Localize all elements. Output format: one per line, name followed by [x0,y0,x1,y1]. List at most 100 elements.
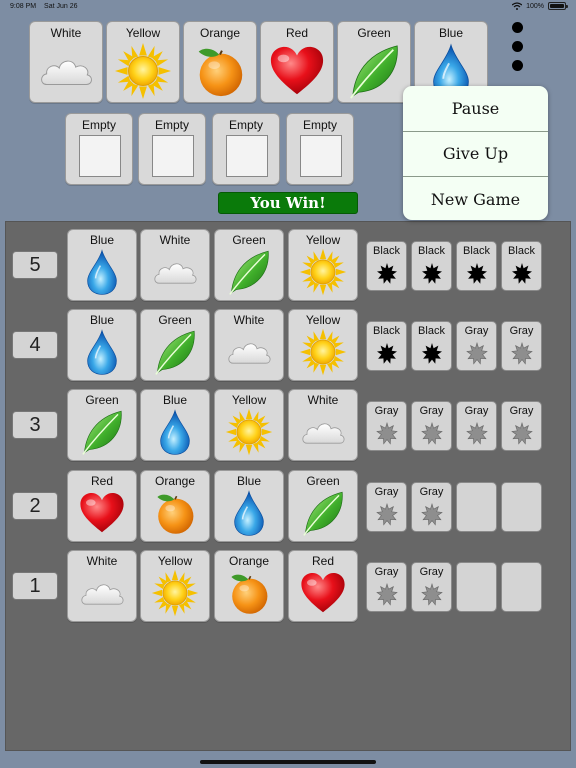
palette-tile-label: Red [285,26,308,40]
leaf-icon [151,328,199,376]
guess-slot-label: Empty [228,118,263,132]
feedback-peg-label: Gray [374,566,399,578]
palette-tile-yellow[interactable]: Yellow [106,21,180,103]
drop-icon [78,248,126,296]
feedback-peg-label: Black [373,245,400,257]
leaf-icon [344,42,404,100]
feedback-peg-gray: Gray [366,562,407,612]
feedback-peg-black: Black [411,241,452,291]
menu-item-pause[interactable]: Pause [403,86,548,132]
menu-dots-icon[interactable] [512,22,523,79]
status-date: Sat Jun 26 [44,3,78,10]
guess-tile-label: Yellow [231,393,267,407]
leaf-icon [78,408,126,456]
feedback-peg-empty [501,562,542,612]
guess-slot-1[interactable]: Empty [65,113,133,185]
cloud-icon [151,248,199,296]
guess-tile-label: White [307,393,339,407]
starburst-icon [420,583,444,607]
orange-icon [190,42,250,100]
guess-tile-label: Orange [228,554,270,568]
guess-tile-label: Green [232,233,266,247]
game-board: 5 Blue White Green Yellow Black Black Black Blac… [5,221,571,751]
popup-menu: Pause Give Up New Game [403,86,548,220]
cloud-icon [299,408,347,456]
feedback-peg-gray: Gray [501,321,542,371]
feedback-peg-gray: Gray [456,321,497,371]
feedback-peg-label: Gray [419,486,444,498]
starburst-icon [420,422,444,446]
palette-tile-label: White [50,26,82,40]
feedback-peg-gray: Gray [411,562,452,612]
palette-tile-red[interactable]: Red [260,21,334,103]
guess-slot-label: Empty [81,118,116,132]
guess-slot-3[interactable]: Empty [212,113,280,185]
feedback-peg-label: Black [373,325,400,337]
guess-tile-label: Orange [154,474,196,488]
feedback-peg-label: Black [418,245,445,257]
starburst-icon [510,262,534,286]
palette-tile-label: Orange [199,26,241,40]
feedback-peg-black: Black [366,241,407,291]
starburst-icon [510,422,534,446]
guess-tile-label: Blue [89,313,115,327]
cloud-icon [36,42,96,100]
guess-tile-label: Blue [162,393,188,407]
guess-slot-4[interactable]: Empty [286,113,354,185]
guess-tile: Orange [140,470,210,542]
menu-item-new-game[interactable]: New Game [403,177,548,220]
result-banner: You Win! [218,192,358,214]
home-indicator [200,760,376,764]
orange-icon [225,569,273,617]
wifi-icon [512,2,523,10]
heart-icon [267,42,327,100]
guess-tile-label: White [159,233,191,247]
guess-tile-label: Red [311,554,334,568]
guess-tile-label: Green [306,474,340,488]
feedback-peg-label: Gray [374,486,399,498]
starburst-icon [465,342,489,366]
sun-icon [113,42,173,100]
starburst-icon [375,583,399,607]
sun-icon [225,408,273,456]
feedback-peg-gray: Gray [456,401,497,451]
feedback-peg-gray: Gray [501,401,542,451]
feedback-peg-label: Black [418,325,445,337]
guess-tile: Blue [67,229,137,301]
palette-tile-green[interactable]: Green [337,21,411,103]
leaf-icon [225,248,273,296]
feedback-peg-label: Black [463,245,490,257]
guess-tile-label: Blue [89,233,115,247]
guess-tile: Yellow [214,389,284,461]
palette-tile-label: Blue [438,26,464,40]
palette-tile-label: Green [357,26,391,40]
status-bar: 9:08 PM Sat Jun 26 100% [0,0,576,14]
feedback-peg-empty [501,482,542,532]
guess-tile: White [140,229,210,301]
menu-item-give-up[interactable]: Give Up [403,132,548,178]
feedback-peg-empty [456,562,497,612]
status-time: 9:08 PM [10,3,37,10]
drop-icon [151,408,199,456]
guess-tile: Green [288,470,358,542]
feedback-peg-black: Black [411,321,452,371]
feedback-peg-black: Black [501,241,542,291]
starburst-icon [420,262,444,286]
guess-tile-label: Yellow [305,233,341,247]
palette-tile-white[interactable]: White [29,21,103,103]
feedback-peg-black: Black [366,321,407,371]
guess-tile: White [67,550,137,622]
palette-tile-label: Yellow [125,26,161,40]
guess-tile-label: Red [90,474,113,488]
guess-slot-2[interactable]: Empty [138,113,206,185]
palette-tile-orange[interactable]: Orange [183,21,257,103]
feedback-peg-label: Gray [509,405,534,417]
leaf-icon [299,489,347,537]
feedback-peg-label: Gray [464,405,489,417]
starburst-icon [465,262,489,286]
starburst-icon [375,422,399,446]
guess-tile: White [214,309,284,381]
battery-percent: 100% [526,2,544,10]
empty-slot-box [79,135,121,177]
guess-slot-label: Empty [154,118,189,132]
